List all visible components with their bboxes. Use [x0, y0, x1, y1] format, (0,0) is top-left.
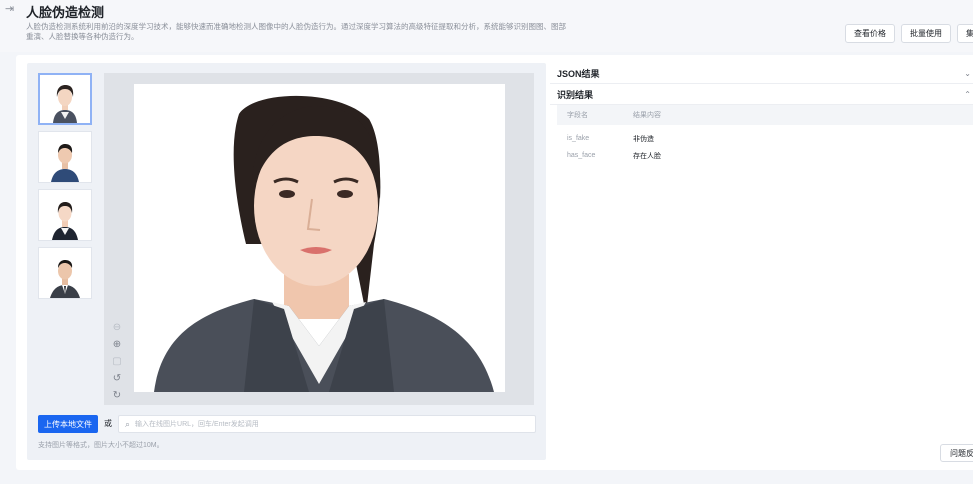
result-table: 字段名 结果内容 is_fake 非伪造 has_face 存在人脸 — [557, 105, 973, 164]
rotate-right-icon[interactable]: ↻ — [110, 389, 124, 403]
woman-portrait-icon — [52, 202, 78, 240]
table-row: has_face 存在人脸 — [557, 147, 973, 164]
result-panel: JSON结果 ⌄ 识别结果 ⌃ 字段名 结果内容 is_fake 非伪造 has… — [550, 63, 973, 164]
header-actions: 查看价格 批量使用 集成 — [845, 24, 973, 43]
page-description: 人脸伪造检测系统利用前沿的深度学习技术，能够快速而准确地检测人图像中的人脸伪造行… — [26, 22, 566, 41]
or-label: 或 — [104, 419, 112, 428]
man-portrait-icon — [50, 260, 80, 298]
upload-local-file-button[interactable]: 上传本地文件 — [38, 415, 98, 433]
view-price-button[interactable]: 查看价格 — [845, 24, 895, 43]
top-bar: ⇥ 人脸伪造检测 人脸伪造检测系统利用前沿的深度学习技术，能够快速而准确地检测人… — [0, 0, 973, 52]
sample-thumbnail[interactable] — [38, 73, 92, 125]
sample-thumbnail[interactable] — [38, 131, 92, 183]
sample-thumbnail[interactable] — [38, 189, 92, 241]
portrait-photo-icon — [134, 84, 505, 392]
chevron-down-icon[interactable]: ⌄ — [964, 69, 971, 78]
url-input-placeholder: 输入在线图片URL，回车/Enter发起调用 — [135, 421, 259, 428]
field-value: 存在人脸 — [633, 152, 661, 160]
integrate-button[interactable]: 集成 — [957, 24, 973, 43]
column-header-value: 结果内容 — [633, 112, 661, 119]
sample-thumbnail-list — [38, 73, 94, 305]
batch-use-button[interactable]: 批量使用 — [901, 24, 951, 43]
upload-hint: 支持图片等格式，图片大小不超过10M。 — [38, 442, 164, 449]
zoom-out-icon[interactable]: ⊖ — [110, 321, 124, 335]
field-name: has_face — [567, 152, 596, 159]
recognition-result-section[interactable]: 识别结果 ⌃ — [550, 84, 973, 105]
preview-image — [134, 84, 505, 392]
rotate-left-icon[interactable]: ↺ — [110, 372, 124, 386]
json-result-title: JSON结果 — [557, 68, 600, 79]
table-row: is_fake 非伪造 — [557, 130, 973, 147]
image-url-input[interactable]: ⌕ 输入在线图片URL，回车/Enter发起调用 — [118, 415, 536, 433]
chevron-up-icon[interactable]: ⌃ — [964, 90, 971, 99]
json-result-section[interactable]: JSON结果 ⌄ — [550, 63, 973, 84]
woman-portrait-icon — [53, 85, 77, 123]
field-value: 非伪造 — [633, 135, 654, 143]
sample-thumbnail[interactable] — [38, 247, 92, 299]
field-name: is_fake — [567, 135, 590, 142]
man-portrait-icon — [51, 144, 79, 182]
zoom-in-icon[interactable]: ⊕ — [110, 338, 124, 352]
fit-screen-icon[interactable]: ▢ — [110, 355, 124, 369]
column-header-field: 字段名 — [567, 112, 588, 119]
page-title: 人脸伪造检测 — [26, 5, 105, 20]
collapse-sidebar-icon[interactable]: ⇥ — [5, 3, 19, 15]
table-header: 字段名 结果内容 — [557, 105, 973, 125]
viewer-toolbar: ⊖ ⊕ ▢ ↺ ↻ — [108, 318, 126, 403]
feedback-button[interactable]: 问题反馈 — [940, 444, 973, 462]
recognition-result-title: 识别结果 — [557, 89, 594, 100]
search-icon: ⌕ — [125, 418, 131, 429]
